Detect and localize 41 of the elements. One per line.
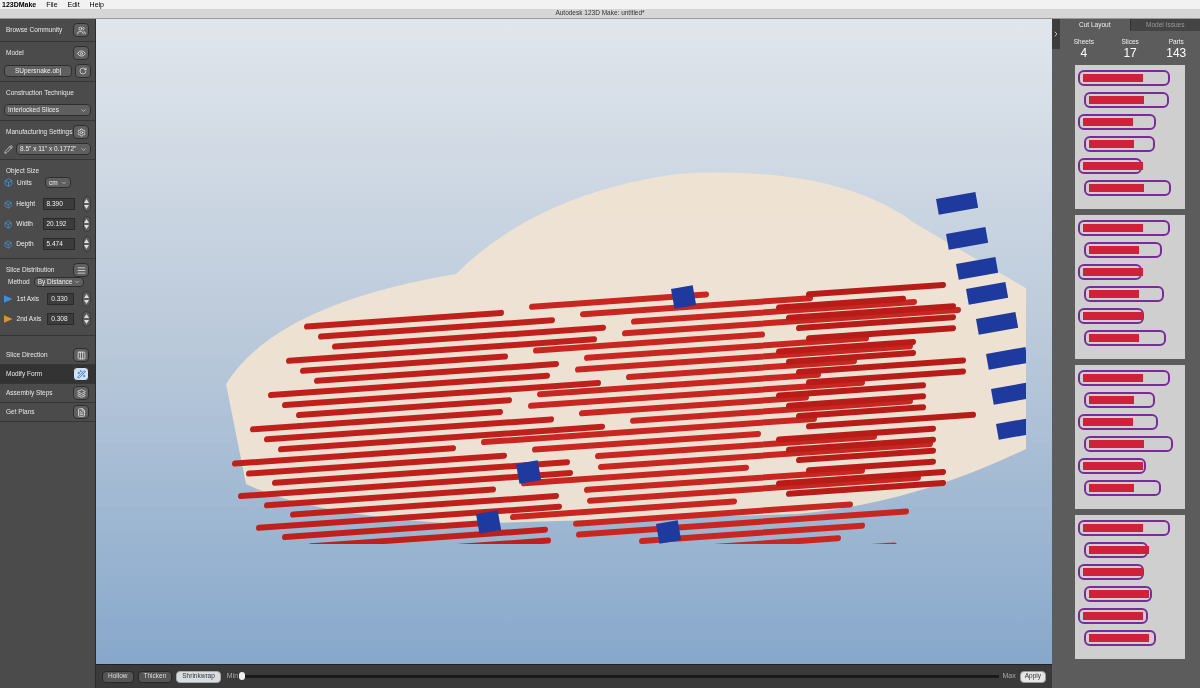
pencil-icon[interactable] <box>4 144 13 154</box>
refresh-icon[interactable] <box>75 64 91 78</box>
stepper[interactable] <box>82 236 91 252</box>
stepper[interactable] <box>82 291 91 307</box>
stat-value: 17 <box>1123 46 1137 59</box>
people-icon[interactable] <box>73 23 89 37</box>
caret-icon <box>80 106 87 114</box>
stat-value: 143 <box>1166 46 1187 59</box>
stepper[interactable] <box>82 216 91 232</box>
caret-icon <box>80 145 87 153</box>
up-down-arrows-icon <box>84 314 90 324</box>
dimension-icon <box>4 199 13 209</box>
dimension-icon <box>4 239 13 249</box>
axis-arrow-icon <box>4 295 13 303</box>
caret-icon <box>61 179 67 186</box>
axis-arrow-icon <box>4 315 13 323</box>
chevron-icon <box>1052 30 1060 38</box>
up-down-arrows-icon <box>84 294 90 304</box>
units-icon <box>4 178 13 187</box>
sheet-thumbnail[interactable] <box>1075 64 1185 209</box>
list-icon[interactable] <box>73 263 89 277</box>
up-down-arrows-icon <box>84 219 90 229</box>
3d-viewport[interactable] <box>96 19 1052 664</box>
up-down-arrows-icon <box>84 199 90 209</box>
slider-thumb[interactable] <box>239 672 246 680</box>
dimension-icon <box>4 219 13 229</box>
sheet-thumbnail[interactable] <box>1075 364 1185 509</box>
gear-icon[interactable] <box>73 125 89 139</box>
stepper[interactable] <box>82 196 91 212</box>
wand-icon[interactable] <box>73 367 89 381</box>
columns-icon[interactable] <box>73 348 89 362</box>
eye-icon[interactable] <box>73 46 89 60</box>
sheet-thumbnail[interactable] <box>1075 514 1185 659</box>
caret-icon <box>74 279 81 285</box>
stat-value: 4 <box>1080 46 1088 59</box>
sheet-thumbnail[interactable] <box>1075 214 1185 359</box>
stepper[interactable] <box>82 311 91 327</box>
layers-icon[interactable] <box>73 386 89 400</box>
collapse-handle[interactable] <box>1052 19 1060 49</box>
up-down-arrows-icon <box>84 239 90 249</box>
page-icon[interactable] <box>73 405 89 419</box>
